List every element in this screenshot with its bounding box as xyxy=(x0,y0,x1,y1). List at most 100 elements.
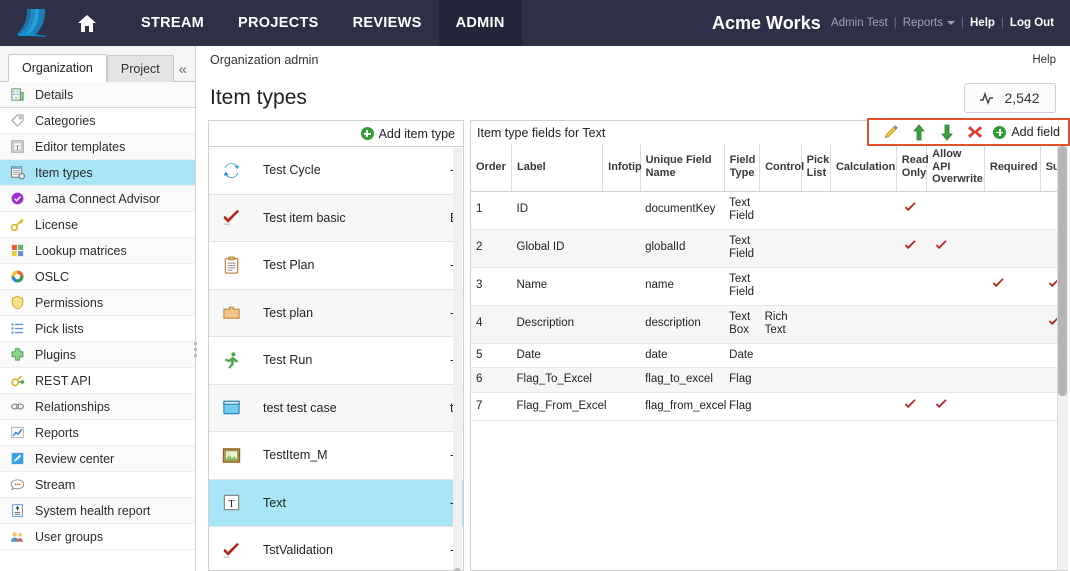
item-type-row[interactable]: TstValidation- xyxy=(209,527,463,570)
cell-allow-api-overwrite xyxy=(927,305,985,343)
red-check-icon xyxy=(935,239,948,252)
sidebar-item-relationships[interactable]: Relationships xyxy=(0,394,195,420)
cell-infotip xyxy=(603,191,640,229)
nav-link-stream[interactable]: STREAM xyxy=(124,0,221,46)
sidebar-item-label: Plugins xyxy=(35,348,76,362)
item-count-metric[interactable]: 2,542 xyxy=(964,83,1056,113)
home-icon[interactable] xyxy=(64,0,110,46)
move-field-up-button[interactable] xyxy=(905,121,933,143)
nav-link-admin[interactable]: ADMIN xyxy=(439,0,522,46)
cell-unique-field-name: flag_from_excel xyxy=(640,392,724,421)
sidebar-item-oslc[interactable]: OSLC xyxy=(0,264,195,290)
cell-required xyxy=(984,392,1040,421)
sidebar-item-jama-connect-advisor[interactable]: Jama Connect Advisor xyxy=(0,186,195,212)
help-link-content[interactable]: Help xyxy=(1032,54,1056,66)
sidebar-item-details[interactable]: Details xyxy=(0,82,195,108)
sidebar-item-license[interactable]: License xyxy=(0,212,195,238)
sidebar-item-editor-templates[interactable]: TEditor templates xyxy=(0,134,195,160)
tab-organization[interactable]: Organization xyxy=(8,54,107,82)
cell-infotip xyxy=(603,368,640,393)
move-field-down-button[interactable] xyxy=(933,121,961,143)
sidebar-item-plugins[interactable]: Plugins xyxy=(0,342,195,368)
col-pick-list[interactable]: Pick List xyxy=(801,144,830,191)
nav-link-projects[interactable]: PROJECTS xyxy=(221,0,336,46)
sidebar-item-system-health-report[interactable]: System health report xyxy=(0,498,195,524)
item-type-row[interactable]: Test Plan- xyxy=(209,242,463,290)
jama-logo-icon[interactable] xyxy=(0,8,64,38)
col-read-only[interactable]: Read Only xyxy=(896,144,926,191)
item-type-name: Test Cycle xyxy=(263,163,321,177)
rest-api-icon xyxy=(10,373,26,389)
item-type-row[interactable]: Test item basicB xyxy=(209,195,463,243)
sidebar-item-review-center[interactable]: Review center xyxy=(0,446,195,472)
cell-calculation xyxy=(830,392,896,421)
sidebar-item-user-groups[interactable]: User groups xyxy=(0,524,195,550)
cell-control xyxy=(760,191,802,229)
logout-link[interactable]: Log Out xyxy=(1004,17,1060,29)
field-table-row[interactable]: 6Flag_To_Excelflag_to_excelFlag xyxy=(471,368,1069,393)
cell-read-only xyxy=(896,229,926,267)
delete-field-button[interactable] xyxy=(961,121,989,143)
sidebar-item-stream[interactable]: Stream xyxy=(0,472,195,498)
cell-field-type: Text Field xyxy=(724,267,759,305)
cell-control: Rich Text xyxy=(760,305,802,343)
edit-field-button[interactable] xyxy=(877,121,905,143)
chevron-down-icon xyxy=(947,21,955,25)
tab-project[interactable]: Project xyxy=(107,55,174,82)
item-type-row[interactable]: TText- xyxy=(209,480,463,528)
add-field-button[interactable]: Add field xyxy=(989,125,1062,139)
item-type-row[interactable]: Test plan- xyxy=(209,290,463,338)
item-type-row[interactable]: Test Run- xyxy=(209,337,463,385)
list-icon xyxy=(10,321,26,337)
sidebar-item-categories[interactable]: Categories xyxy=(0,108,195,134)
refresh-cycle-icon xyxy=(221,161,241,180)
field-table-row[interactable]: 3NamenameText Field xyxy=(471,267,1069,305)
col-order[interactable]: Order xyxy=(471,144,512,191)
field-table-row[interactable]: 5DatedateDate xyxy=(471,343,1069,368)
col-infotip[interactable]: Infotip xyxy=(603,144,640,191)
building-icon xyxy=(10,87,26,103)
cell-unique-field-name: description xyxy=(640,305,724,343)
field-table-row[interactable]: 7Flag_From_Excelflag_from_excelFlag xyxy=(471,392,1069,421)
sidebar-item-lookup-matrices[interactable]: Lookup matrices xyxy=(0,238,195,264)
pencil-icon xyxy=(883,124,899,140)
col-field-type[interactable]: Field Type xyxy=(724,144,759,191)
primary-nav-links: STREAM PROJECTS REVIEWS ADMIN xyxy=(124,0,522,46)
sidebar-item-rest-api[interactable]: REST API xyxy=(0,368,195,394)
field-table-scroll-region: Order Label Infotip Unique Field Name Fi… xyxy=(470,144,1070,571)
chevron-double-left-icon[interactable]: « xyxy=(179,62,187,77)
col-label[interactable]: Label xyxy=(512,144,603,191)
cell-control xyxy=(760,343,802,368)
sidebar-item-reports[interactable]: Reports xyxy=(0,420,195,446)
cell-calculation xyxy=(830,305,896,343)
field-table-row[interactable]: 4DescriptiondescriptionText BoxRich Text xyxy=(471,305,1069,343)
item-type-row[interactable]: test test caset xyxy=(209,385,463,433)
sidebar-resize-handle[interactable] xyxy=(192,336,199,362)
field-table-row[interactable]: 1IDdocumentKeyText Field xyxy=(471,191,1069,229)
sidebar-item-label: Jama Connect Advisor xyxy=(35,192,160,206)
add-item-type-button[interactable]: Add item type xyxy=(361,127,455,141)
sidebar-item-label: Categories xyxy=(35,114,95,128)
col-unique-field-name[interactable]: Unique Field Name xyxy=(640,144,724,191)
reports-menu[interactable]: Reports xyxy=(897,17,961,29)
cell-order: 3 xyxy=(471,267,512,305)
field-table-row[interactable]: 2Global IDglobalIdText Field xyxy=(471,229,1069,267)
cell-infotip xyxy=(603,229,640,267)
sidebar-item-item-types[interactable]: Item types xyxy=(0,160,195,186)
nav-link-reviews[interactable]: REVIEWS xyxy=(336,0,439,46)
col-calculation[interactable]: Calculation xyxy=(830,144,896,191)
field-table-scroll-thumb[interactable] xyxy=(1058,146,1067,396)
item-type-row[interactable]: TestItem_M- xyxy=(209,432,463,480)
item-list-scrollbar[interactable] xyxy=(453,148,462,569)
col-required[interactable]: Required xyxy=(984,144,1040,191)
current-user-name[interactable]: Admin Test xyxy=(825,17,894,29)
col-allow-api-overwrite[interactable]: Allow API Overwrite xyxy=(927,144,985,191)
cell-pick-list xyxy=(801,368,830,393)
add-item-type-label: Add item type xyxy=(379,127,455,141)
help-link-top[interactable]: Help xyxy=(964,17,1001,29)
item-type-row[interactable]: Test Cycle- xyxy=(209,147,463,195)
col-control[interactable]: Control xyxy=(760,144,802,191)
sidebar-item-permissions[interactable]: Permissions xyxy=(0,290,195,316)
sidebar-item-label: Lookup matrices xyxy=(35,244,127,258)
sidebar-item-pick-lists[interactable]: Pick lists xyxy=(0,316,195,342)
